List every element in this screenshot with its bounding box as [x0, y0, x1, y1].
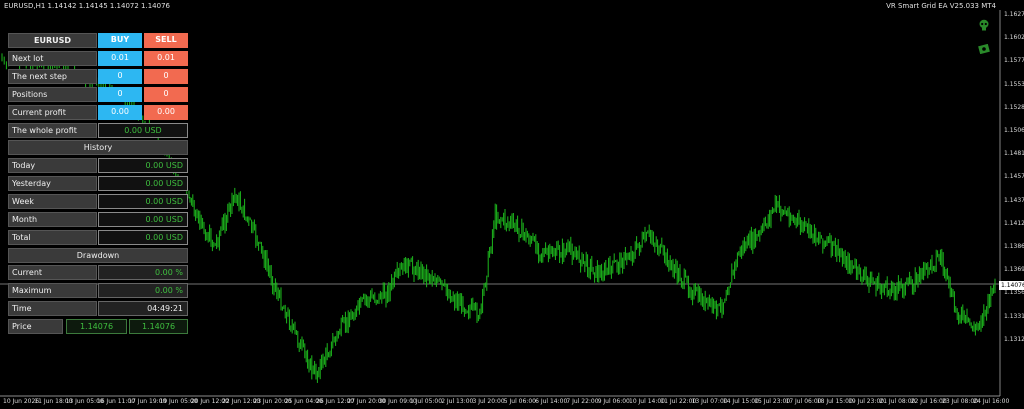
row-label-current-profit: Current profit: [8, 105, 97, 120]
price-tick-label: 1.13310: [1004, 312, 1024, 320]
price-tick-label: 1.13560: [1004, 289, 1024, 297]
history-section-title: History: [8, 140, 188, 155]
time-tick-label: 9 Jul 06:00: [597, 398, 630, 405]
row-label-next-step: The next step: [8, 69, 97, 84]
history-label-today: Today: [8, 158, 97, 173]
price-ask-value: 1.14076: [129, 319, 188, 334]
history-value-today: 0.00 USD: [98, 158, 188, 173]
price-label: Price: [8, 319, 63, 334]
whole-profit-label: The whole profit: [8, 123, 97, 138]
price-tick-label: 1.14570: [1004, 173, 1024, 181]
price-tick-label: 1.14810: [1004, 150, 1024, 158]
history-value-month: 0.00 USD: [98, 212, 188, 227]
history-value-week: 0.00 USD: [98, 194, 188, 209]
symbol-label: EURUSD: [8, 33, 97, 48]
drawdown-label-current: Current: [8, 265, 97, 280]
ea-name: VR Smart Grid EA V25.033 MT4: [886, 2, 996, 10]
time-tick-label: 3 Jul 20:00: [472, 398, 505, 405]
time-label: Time: [8, 301, 97, 316]
buy-current-profit: 0.00: [98, 105, 142, 120]
time-tick-label: 6 Jul 14:00: [535, 398, 568, 405]
sell-next-lot: 0.01: [144, 51, 188, 66]
drawdown-section-title: Drawdown: [8, 248, 188, 263]
drawdown-value-maximum: 0.00 %: [98, 283, 188, 298]
price-tick-label: 1.13120: [1004, 335, 1024, 343]
sell-header[interactable]: SELL: [144, 33, 188, 48]
row-label-next-lot: Next lot: [8, 51, 97, 66]
price-tick-label: 1.14120: [1004, 219, 1024, 227]
time-tick-label: 2 Jul 13:00: [441, 398, 474, 405]
money-icon[interactable]: [978, 44, 990, 54]
sell-positions: 0: [144, 87, 188, 102]
whole-profit-value: 0.00 USD: [98, 123, 188, 138]
price-tick-label: 1.13860: [1004, 243, 1024, 250]
skull-icon[interactable]: [978, 19, 990, 31]
buy-next-step: 0: [98, 69, 142, 84]
drawdown-value-current: 0.00 %: [98, 265, 188, 280]
price-tick-label: 1.15775: [1004, 57, 1024, 65]
price-tick-label: 1.15530: [1004, 80, 1024, 88]
time-tick-label: 24 Jul 16:00: [973, 398, 1010, 405]
buy-positions: 0: [98, 87, 142, 102]
sell-current-profit: 0.00: [144, 105, 188, 120]
drawdown-label-maximum: Maximum: [8, 283, 97, 298]
price-tick-label: 1.16270: [1004, 11, 1024, 18]
history-value-total: 0.00 USD: [98, 230, 188, 245]
history-label-month: Month: [8, 212, 97, 227]
price-tick-label: 1.16025: [1004, 34, 1024, 42]
time-tick-label: 7 Jul 22:00: [566, 398, 599, 405]
price-tick-label: 1.15060: [1004, 127, 1024, 134]
history-label-yesterday: Yesterday: [8, 176, 97, 191]
history-label-total: Total: [8, 230, 97, 245]
time-tick-label: 1 Jul 05:00: [409, 398, 443, 405]
symbol-quote-line: EURUSD,H1 1.14142 1.14145 1.14072 1.1407…: [4, 2, 170, 10]
history-label-week: Week: [8, 194, 97, 209]
history-value-yesterday: 0.00 USD: [98, 176, 188, 191]
buy-header[interactable]: BUY: [98, 33, 142, 48]
time-tick-label: 5 Jul 06:00: [503, 398, 536, 405]
price-tick-label: 1.14375: [1004, 196, 1024, 204]
buy-next-lot: 0.01: [98, 51, 142, 66]
current-price-label: 1.14076: [999, 281, 1024, 290]
price-tick-label: 1.15280: [1004, 103, 1024, 111]
price-bid-value: 1.14076: [66, 319, 127, 334]
price-tick-label: 1.13690: [1004, 266, 1024, 274]
row-label-positions: Positions: [8, 87, 97, 102]
time-value: 04:49:21: [98, 301, 188, 316]
sell-next-step: 0: [144, 69, 188, 84]
